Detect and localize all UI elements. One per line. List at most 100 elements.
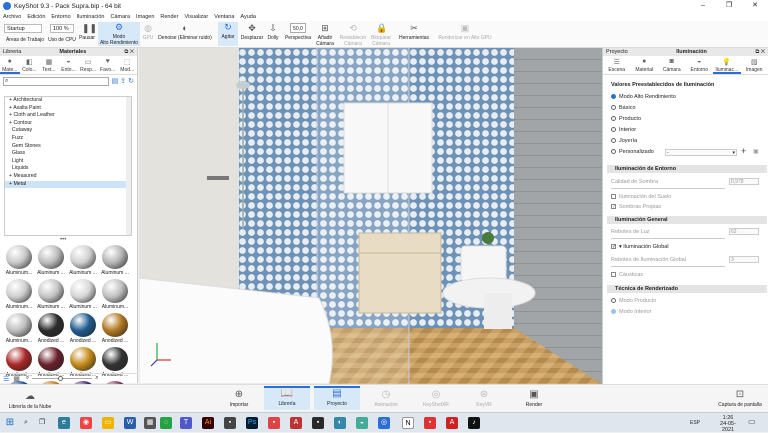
checkbox-icon[interactable] [611,194,616,199]
file-explorer-icon[interactable]: ▭ [102,417,114,429]
tab-escena[interactable]: ☰Escena [603,56,631,74]
keyvr-button[interactable]: ⊛KeyVR [472,389,496,408]
tab-colores[interactable]: ◧Colo... [20,56,40,74]
illustrator-icon[interactable]: Ai [202,417,214,429]
tree-scrollbar[interactable] [126,97,131,235]
calidad-slider[interactable] [611,188,725,189]
rebotes-global-input[interactable]: 3 [729,256,759,263]
preset-interior[interactable]: Interior [611,127,636,133]
desplazar-button[interactable]: ✥Desplazar [240,23,264,41]
custom-preset-select[interactable]: -▾ [665,149,737,156]
menu-entorno[interactable]: Entorno [48,14,73,20]
material-thumbnail[interactable]: Aluminum... [4,244,34,278]
tree-item[interactable]: Light [5,158,131,166]
menu-render[interactable]: Render [157,14,181,20]
rebotes-input[interactable]: 62 [729,228,759,235]
app-icon[interactable]: ▪ [312,417,324,429]
tree-item[interactable]: + Metal [5,181,131,189]
app-icon[interactable]: ▪ [224,417,236,429]
modo-producto-radio[interactable]: Modo Producto [611,298,656,304]
pause-button[interactable]: ❚❚Pausar [78,23,96,41]
tab-entorno[interactable]: ◒Entorno [686,56,714,74]
tree-item[interactable]: + Axalta Paint [5,105,131,113]
panel-pin-icon[interactable]: ⧉ ✕ [755,49,765,55]
radio-icon[interactable] [611,94,616,99]
screenshot-button[interactable]: ⊡Captura de pantalla [714,389,766,408]
notion-icon[interactable]: N [402,417,414,429]
cpu-select[interactable]: 100 % [50,24,74,33]
render-button[interactable]: ▣Render [520,389,548,408]
material-thumbnail[interactable]: Anodized ... [100,312,130,346]
tree-item[interactable]: + Contour [5,120,131,128]
keyshotxr-button[interactable]: ◎KeyShotXR [420,389,452,408]
menu-camara[interactable]: Cámara [107,14,133,20]
checkbox-checked-icon[interactable]: ✓ [611,204,616,209]
menu-ayuda[interactable]: Ayuda [237,14,259,20]
menu-imagen[interactable]: Imagen [133,14,157,20]
material-thumbnail[interactable]: Anodized ... [36,312,66,346]
checkbox-icon[interactable] [611,272,616,277]
reset-camera-button[interactable]: ⟲Restablecer Cámara [338,23,368,47]
tab-favoritos[interactable]: ♥Favo... [98,56,118,74]
material-thumbnail[interactable]: Aluminum ... [68,244,98,278]
sombras-checkbox[interactable]: ✓Sombras Propias [611,204,661,210]
menu-archivo[interactable]: Archivo [0,14,24,20]
app-icon[interactable]: ▪ [268,417,280,429]
radio-icon[interactable] [611,138,616,143]
close-button[interactable]: ✕ [742,0,768,12]
tree-item[interactable]: Fuzz [5,135,131,143]
modo-interior-radio[interactable]: Modo Interior [611,309,651,315]
maximize-button[interactable]: ❐ [716,0,742,12]
chrome-icon[interactable]: ◉ [80,417,92,429]
menu-edicion[interactable]: Edición [24,14,48,20]
dolly-button[interactable]: ⇩Dolly [266,23,280,41]
language-indicator[interactable]: ESP [690,420,700,426]
tiktok-icon[interactable]: ♪ [468,417,480,429]
tree-item[interactable]: Gem Stones [5,143,131,151]
grid-view-icon[interactable]: ▦ [13,375,20,383]
keyshot-taskbar-icon[interactable]: ◎ [378,417,390,429]
search-icon[interactable]: ⌕ [20,417,32,429]
rebotes-global-slider[interactable] [611,266,725,267]
library-button[interactable]: 📖Librería [264,386,310,410]
whatsapp-icon[interactable]: ◌ [160,417,172,429]
checkbox-checked-icon[interactable]: ✓ [611,244,616,249]
radio-icon[interactable] [611,105,616,110]
render-viewport[interactable] [139,48,602,384]
high-performance-button[interactable]: ⚙Modo Alto Rendimiento [98,22,140,46]
preset-basico[interactable]: Básico [611,105,636,111]
tab-modelos[interactable]: ⬚Mod... [117,56,137,74]
radio-icon[interactable] [611,116,616,121]
tree-item[interactable]: + Cloth and Leather [5,112,131,120]
library-search-input[interactable]: ⌕ [3,77,109,86]
radio-icon[interactable] [611,298,616,303]
global-checkbox[interactable]: ✓▾ Iluminación Global [611,244,669,250]
suelo-checkbox[interactable]: Iluminación del Suelo [611,194,671,200]
add-preset-icon[interactable]: + [741,146,746,156]
acrobat-icon[interactable]: A [446,417,458,429]
windows-start-icon[interactable]: ⊞ [4,417,16,429]
tab-texturas[interactable]: ▦Text... [39,56,59,74]
denoise-button[interactable]: ◐Denoise (Eliminar ruido) [156,23,214,41]
tab-materiales[interactable]: ●Mate... [0,56,20,74]
teams-icon[interactable]: T [180,417,192,429]
taskbar-app-icon[interactable]: e [58,417,70,429]
thumbnail-size-slider[interactable] [32,378,92,379]
causticas-checkbox[interactable]: Cáusticas [611,272,643,278]
preset-personalizado[interactable]: Personalizado [611,149,654,155]
tab-material[interactable]: ●Material [631,56,659,74]
material-thumbnail[interactable]: Aluminum ... [100,244,130,278]
rebotes-slider[interactable] [611,238,725,239]
panel-pin-icon[interactable]: ⧉ ✕ [124,49,134,55]
workspace-select[interactable]: Startup [4,24,42,33]
menu-iluminacion[interactable]: Iluminación [74,14,108,20]
radio-icon[interactable] [611,309,616,314]
minimize-button[interactable]: – [690,0,716,12]
preset-joyeria[interactable]: Joyería [611,138,637,144]
autocad-icon[interactable]: A [290,417,302,429]
tree-item[interactable]: Cutaway [5,127,131,135]
material-thumbnail[interactable]: Aluminum ... [36,244,66,278]
upload-icon[interactable]: ⇪ [120,77,126,85]
tab-iluminacion[interactable]: 💡Iluminac... [713,56,741,74]
preset-producto[interactable]: Producto [611,116,641,122]
